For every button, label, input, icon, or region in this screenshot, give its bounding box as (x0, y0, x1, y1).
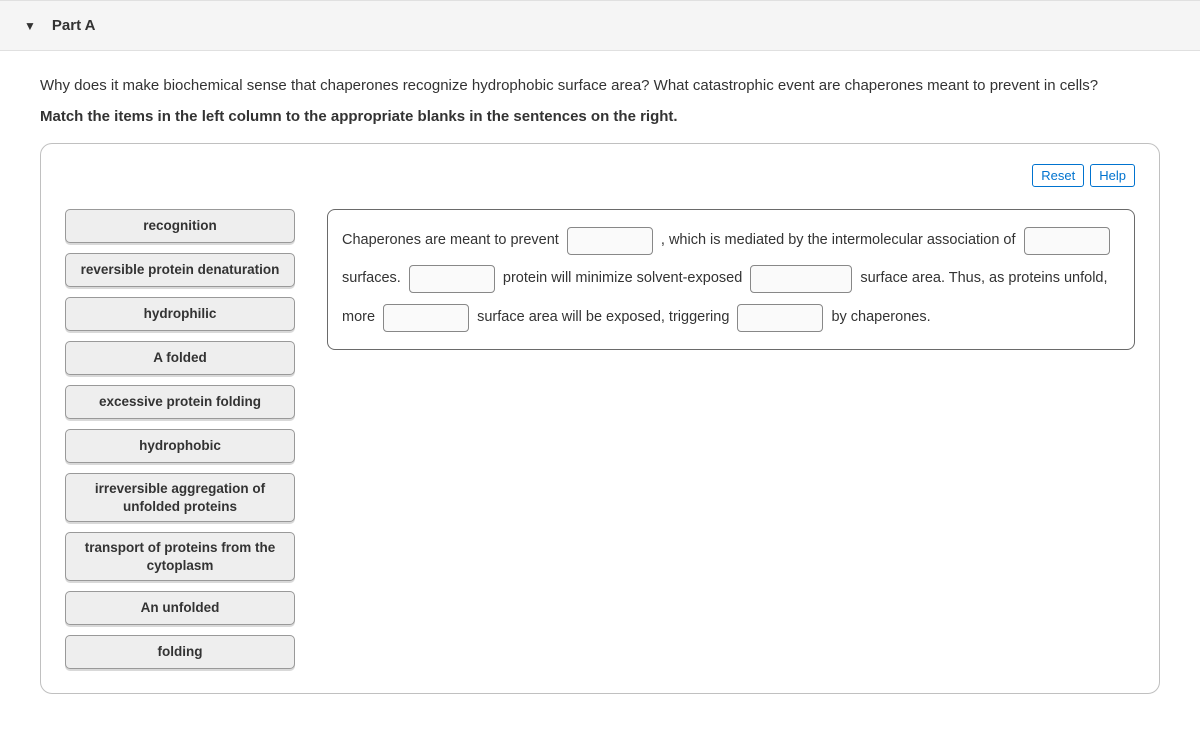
instruction-text: Match the items in the left column to th… (40, 108, 1160, 125)
drag-item[interactable]: recognition (65, 209, 295, 243)
blank-slot[interactable] (750, 265, 852, 293)
sentence-fragment: surface (860, 270, 908, 286)
question-text: Why does it make biochemical sense that … (40, 75, 1160, 96)
section-title: Part A (52, 17, 96, 34)
help-button[interactable]: Help (1090, 164, 1135, 187)
sentence-fragment: protein will minimize solvent-exposed (503, 270, 742, 286)
sentence-fragment: of (1003, 232, 1015, 248)
sentence-drop-area: Chaperones are meant to prevent , which … (327, 209, 1135, 350)
section-header[interactable]: ▼ Part A (0, 0, 1200, 51)
drag-source-list: recognition reversible protein denaturat… (65, 209, 295, 669)
drag-item[interactable]: excessive protein folding (65, 385, 295, 419)
blank-slot[interactable] (737, 304, 823, 332)
sentence-fragment: surfaces. (342, 270, 401, 286)
drag-item[interactable]: hydrophobic (65, 429, 295, 463)
sentence-fragment: surface area will be exposed, triggering (477, 309, 729, 325)
drag-item[interactable]: reversible protein denaturation (65, 253, 295, 287)
sentence-fragment: Chaperones are meant to prevent (342, 232, 559, 248)
caret-down-icon: ▼ (24, 19, 36, 33)
blank-slot[interactable] (567, 227, 653, 255)
drag-item[interactable]: An unfolded (65, 591, 295, 625)
matching-activity: Reset Help recognition reversible protei… (40, 143, 1160, 694)
question-body: Why does it make biochemical sense that … (0, 51, 1200, 694)
drag-item[interactable]: A folded (65, 341, 295, 375)
sentence-fragment: , which is mediated by the intermolecula… (661, 232, 1000, 248)
blank-slot[interactable] (383, 304, 469, 332)
drag-item[interactable]: transport of proteins from the cytoplasm (65, 532, 295, 581)
sentence-fragment: by chaperones. (831, 309, 930, 325)
drag-item[interactable]: folding (65, 635, 295, 669)
blank-slot[interactable] (1024, 227, 1110, 255)
activity-controls: Reset Help (65, 164, 1135, 187)
blank-slot[interactable] (409, 265, 495, 293)
drag-item[interactable]: irreversible aggregation of unfolded pro… (65, 473, 295, 522)
activity-content: recognition reversible protein denaturat… (65, 209, 1135, 669)
reset-button[interactable]: Reset (1032, 164, 1084, 187)
drag-item[interactable]: hydrophilic (65, 297, 295, 331)
